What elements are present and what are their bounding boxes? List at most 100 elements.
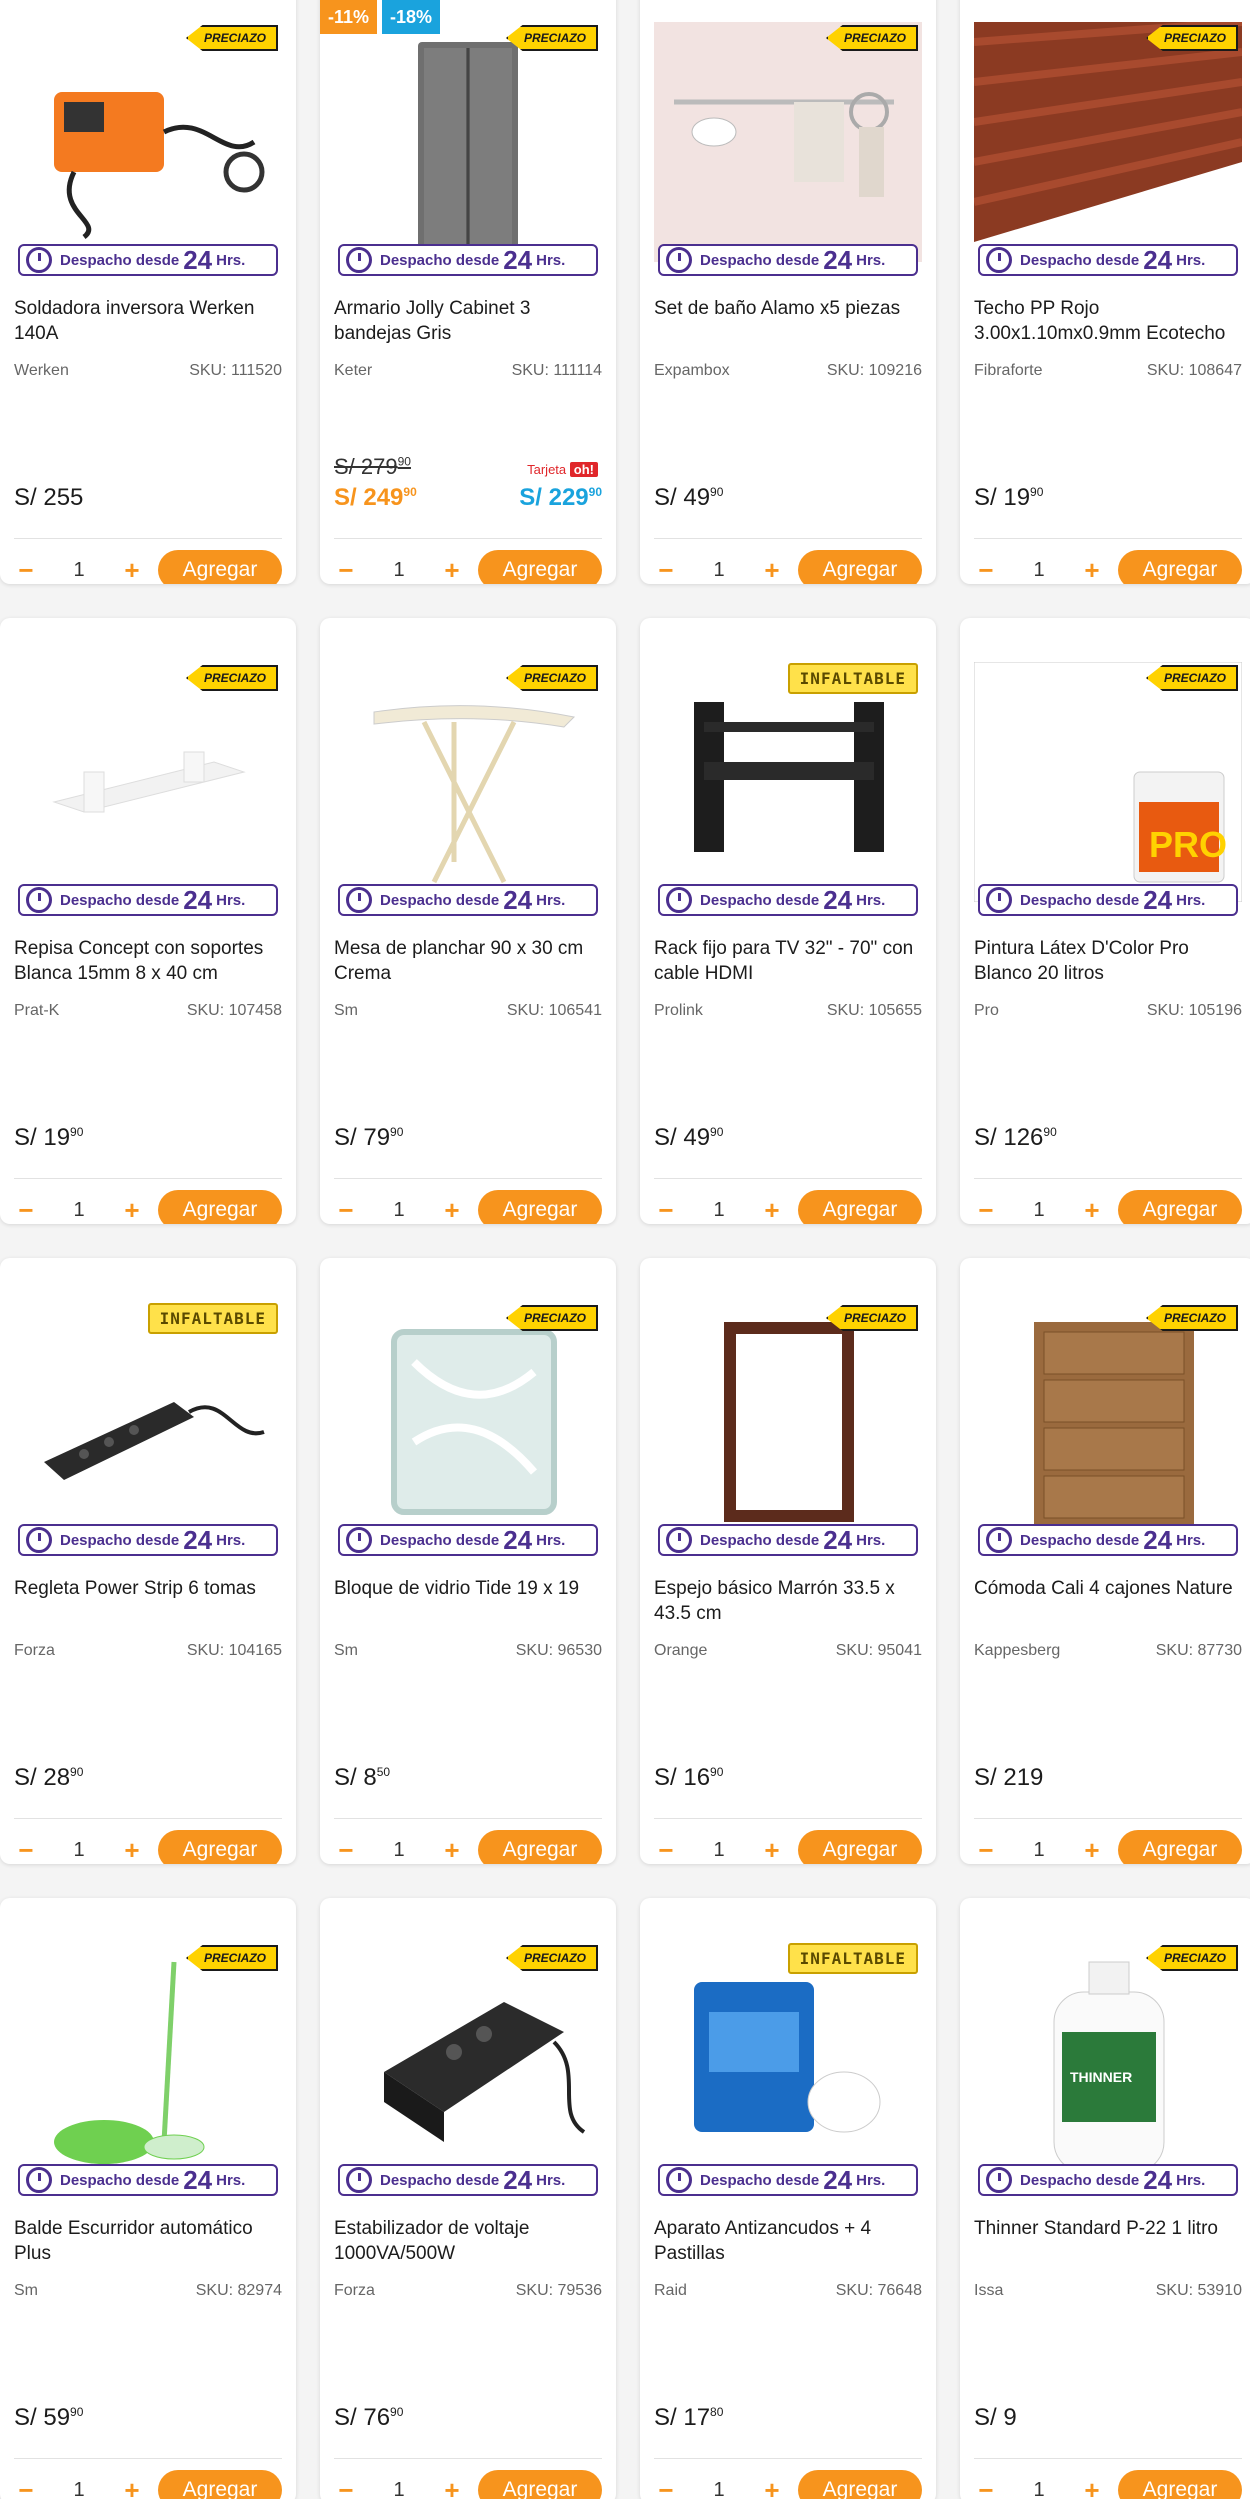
add-to-cart-button[interactable]: Agregar: [798, 2470, 922, 2499]
quantity-stepper[interactable]: − 1 +: [334, 550, 464, 585]
product-card[interactable]: PRECIAZO Despacho desde 24 Hrs. Bloque de …: [320, 1258, 616, 1864]
quantity-stepper[interactable]: − 1 +: [334, 2470, 464, 2499]
plus-icon[interactable]: +: [1080, 555, 1104, 585]
quantity-stepper[interactable]: − 1 +: [974, 550, 1104, 585]
product-card[interactable]: PRECIAZO Despacho desde 24 Hrs. Techo PP R…: [960, 0, 1250, 584]
product-name[interactable]: Thinner Standard P-22 1 litro: [974, 2216, 1244, 2241]
add-to-cart-button[interactable]: Agregar: [1118, 2470, 1242, 2499]
product-card[interactable]: INFALTABLE Despacho desde 24 Hrs. Regleta …: [0, 1258, 296, 1864]
quantity-stepper[interactable]: − 1 +: [654, 2470, 784, 2499]
product-card[interactable]: PRECIAZO Despacho desde 24 Hrs. Cómoda Cal…: [960, 1258, 1250, 1864]
product-name[interactable]: Espejo básico Marrón 33.5 x 43.5 cm: [654, 1576, 924, 1626]
minus-icon[interactable]: −: [14, 1195, 38, 1225]
delivery-badge: Despacho desde 24 Hrs.: [338, 244, 598, 276]
product-name[interactable]: Aparato Antizancudos + 4 Pastillas: [654, 2216, 924, 2266]
product-card[interactable]: INFALTABLE Despacho desde 24 Hrs. Aparato …: [640, 1898, 936, 2499]
product-card[interactable]: PRECIAZO Despacho desde 24 Hrs. Balde Escu…: [0, 1898, 296, 2499]
product-name[interactable]: Estabilizador de voltaje 1000VA/500W: [334, 2216, 604, 2266]
quantity-stepper[interactable]: − 1 +: [14, 1830, 144, 1865]
add-to-cart-button[interactable]: Agregar: [1118, 1830, 1242, 1864]
quantity-value: 1: [713, 1198, 725, 1221]
product-name[interactable]: Pintura Látex D'Color Pro Blanco 20 litr…: [974, 936, 1244, 986]
minus-icon[interactable]: −: [974, 1195, 998, 1225]
product-name[interactable]: Armario Jolly Cabinet 3 bandejas Gris: [334, 296, 604, 346]
plus-icon[interactable]: +: [440, 555, 464, 585]
product-card[interactable]: PRECIAZO Despacho desde 24 Hrs. Espejo bás…: [640, 1258, 936, 1864]
plus-icon[interactable]: +: [760, 1195, 784, 1225]
minus-icon[interactable]: −: [974, 1835, 998, 1865]
add-to-cart-button[interactable]: Agregar: [478, 2470, 602, 2499]
product-card[interactable]: PRECIAZO Despacho desde 24 Hrs. Estabiliza…: [320, 1898, 616, 2499]
minus-icon[interactable]: −: [654, 1195, 678, 1225]
product-name[interactable]: Set de baño Alamo x5 piezas: [654, 296, 924, 321]
plus-icon[interactable]: +: [760, 1835, 784, 1865]
product-card[interactable]: PRO PRECIAZO Despacho desde 24 Hrs. Pintura…: [960, 618, 1250, 1224]
quantity-stepper[interactable]: − 1 +: [654, 1830, 784, 1865]
product-card[interactable]: -11% -18% PRECIAZO Despacho desde 24 Hrs. Ar…: [320, 0, 616, 584]
add-to-cart-button[interactable]: Agregar: [478, 1190, 602, 1224]
product-card[interactable]: THINNER PRECIAZO Despacho desde 24 Hrs. Thi…: [960, 1898, 1250, 2499]
product-name[interactable]: Techo PP Rojo 3.00x1.10mx0.9mm Ecotecho: [974, 296, 1244, 346]
quantity-stepper[interactable]: − 1 +: [654, 1190, 784, 1225]
quantity-stepper[interactable]: − 1 +: [974, 2470, 1104, 2499]
plus-icon[interactable]: +: [120, 1835, 144, 1865]
minus-icon[interactable]: −: [974, 2475, 998, 2499]
add-to-cart-button[interactable]: Agregar: [1118, 550, 1242, 584]
add-to-cart-button[interactable]: Agregar: [158, 1830, 282, 1864]
product-card[interactable]: PRECIAZO Despacho desde 24 Hrs. Set de bañ…: [640, 0, 936, 584]
minus-icon[interactable]: −: [14, 555, 38, 585]
add-to-cart-button[interactable]: Agregar: [158, 2470, 282, 2499]
minus-icon[interactable]: −: [654, 2475, 678, 2499]
minus-icon[interactable]: −: [14, 2475, 38, 2499]
plus-icon[interactable]: +: [440, 1835, 464, 1865]
quantity-stepper[interactable]: − 1 +: [334, 1190, 464, 1225]
add-to-cart-button[interactable]: Agregar: [478, 1830, 602, 1864]
plus-icon[interactable]: +: [760, 2475, 784, 2499]
plus-icon[interactable]: +: [120, 2475, 144, 2499]
product-name[interactable]: Cómoda Cali 4 cajones Nature: [974, 1576, 1244, 1601]
product-card[interactable]: PRECIAZO Despacho desde 24 Hrs. Soldadora …: [0, 0, 296, 584]
minus-icon[interactable]: −: [334, 2475, 358, 2499]
quantity-stepper[interactable]: − 1 +: [334, 1830, 464, 1865]
minus-icon[interactable]: −: [334, 1195, 358, 1225]
plus-icon[interactable]: +: [120, 555, 144, 585]
add-to-cart-button[interactable]: Agregar: [798, 1830, 922, 1864]
product-card[interactable]: INFALTABLE Despacho desde 24 Hrs. Rack fij…: [640, 618, 936, 1224]
plus-icon[interactable]: +: [440, 1195, 464, 1225]
plus-icon[interactable]: +: [440, 2475, 464, 2499]
quantity-stepper[interactable]: − 1 +: [974, 1190, 1104, 1225]
minus-icon[interactable]: −: [334, 1835, 358, 1865]
plus-icon[interactable]: +: [760, 555, 784, 585]
product-name[interactable]: Balde Escurridor automático Plus: [14, 2216, 284, 2266]
minus-icon[interactable]: −: [334, 555, 358, 585]
quantity-stepper[interactable]: − 1 +: [14, 2470, 144, 2499]
product-sku: SKU: 79536: [515, 2282, 602, 2299]
product-card[interactable]: PRECIAZO Despacho desde 24 Hrs. Repisa Con…: [0, 618, 296, 1224]
product-name[interactable]: Regleta Power Strip 6 tomas: [14, 1576, 284, 1601]
product-name[interactable]: Repisa Concept con soportes Blanca 15mm …: [14, 936, 284, 986]
add-to-cart-button[interactable]: Agregar: [798, 550, 922, 584]
product-name[interactable]: Bloque de vidrio Tide 19 x 19: [334, 1576, 604, 1601]
add-to-cart-button[interactable]: Agregar: [158, 550, 282, 584]
product-name[interactable]: Soldadora inversora Werken 140A: [14, 296, 284, 346]
add-to-cart-button[interactable]: Agregar: [478, 550, 602, 584]
quantity-stepper[interactable]: − 1 +: [974, 1830, 1104, 1865]
plus-icon[interactable]: +: [1080, 1195, 1104, 1225]
minus-icon[interactable]: −: [14, 1835, 38, 1865]
quantity-stepper[interactable]: − 1 +: [14, 550, 144, 585]
quantity-stepper[interactable]: − 1 +: [14, 1190, 144, 1225]
product-name[interactable]: Mesa de planchar 90 x 30 cm Crema: [334, 936, 604, 986]
plus-icon[interactable]: +: [120, 1195, 144, 1225]
product-card[interactable]: PRECIAZO Despacho desde 24 Hrs. Mesa de pl…: [320, 618, 616, 1224]
plus-icon[interactable]: +: [1080, 1835, 1104, 1865]
add-to-cart-button[interactable]: Agregar: [798, 1190, 922, 1224]
minus-icon[interactable]: −: [654, 555, 678, 585]
minus-icon[interactable]: −: [974, 555, 998, 585]
quantity-stepper[interactable]: − 1 +: [654, 550, 784, 585]
plus-icon[interactable]: +: [1080, 2475, 1104, 2499]
minus-icon[interactable]: −: [654, 1835, 678, 1865]
add-to-cart-button[interactable]: Agregar: [158, 1190, 282, 1224]
quantity-value: 1: [713, 1838, 725, 1861]
product-name[interactable]: Rack fijo para TV 32" - 70" con cable HD…: [654, 936, 924, 986]
add-to-cart-button[interactable]: Agregar: [1118, 1190, 1242, 1224]
